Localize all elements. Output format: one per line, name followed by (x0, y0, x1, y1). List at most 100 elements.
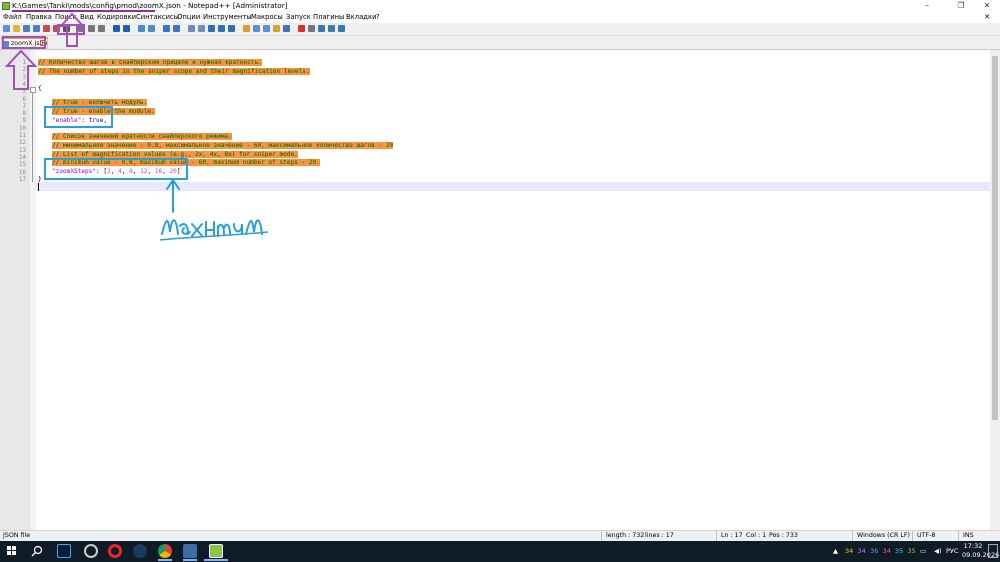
enable-highlight-annotation (44, 106, 113, 128)
folder-icon[interactable] (273, 25, 280, 32)
handwritten-maximum-annotation (159, 219, 269, 241)
status-position: Pos : 733 (769, 532, 798, 539)
status-lines: lines : 17 (645, 532, 674, 539)
monitor-icon[interactable] (283, 25, 290, 32)
paste-icon[interactable] (98, 25, 105, 32)
close-brace: } (38, 176, 42, 183)
status-separator (601, 531, 602, 541)
open-brace: { (38, 85, 42, 92)
find-icon[interactable] (138, 25, 145, 32)
code-line-1[interactable]: // Количество шагов в снайперском прицел… (38, 59, 262, 68)
menu-tools[interactable]: Инструменты (203, 12, 252, 23)
status-encoding[interactable]: UTF-8 (917, 531, 935, 541)
menu-macro[interactable]: Макросы (251, 12, 283, 23)
tray-expand-icon[interactable]: ▲ (833, 546, 838, 556)
menu-run[interactable]: Запуск (286, 12, 311, 23)
code-line-12[interactable]: // минимальное значение - 0.8, максималь… (52, 142, 394, 151)
record-icon[interactable] (298, 25, 305, 32)
sync-v-icon[interactable] (188, 25, 195, 32)
comment-en-title: // The number of steps in the sniper sco… (38, 68, 310, 75)
menu-file[interactable]: Файл (3, 12, 22, 23)
all-chars-icon[interactable] (218, 25, 225, 32)
func-list-icon[interactable] (263, 25, 270, 32)
sync-h-icon[interactable] (198, 25, 205, 32)
notepadpp-app-icon[interactable] (2, 2, 10, 10)
open-file-icon[interactable] (13, 25, 20, 32)
steam-icon[interactable] (133, 544, 147, 558)
status-eol[interactable]: Windows (CR LF) (857, 531, 910, 541)
notepadpp-taskbar-icon[interactable] (209, 544, 223, 558)
menu-help[interactable]: ? (376, 12, 380, 23)
opera-icon[interactable] (108, 544, 122, 558)
tray-temperature[interactable]: 34 (845, 546, 853, 556)
volume-icon[interactable]: ◀) (934, 546, 942, 556)
zoom-out-icon[interactable] (173, 25, 180, 32)
status-separator (852, 531, 853, 541)
menu-window[interactable]: Вкладки (346, 12, 377, 23)
play-multi-icon[interactable] (328, 25, 335, 32)
code-line-11[interactable]: // Список значений кратности снайперског… (52, 133, 232, 142)
close-document-button[interactable]: ✕ (982, 12, 992, 23)
status-filetype: JSON file (3, 532, 31, 539)
tab-bar (0, 36, 1000, 50)
redo-icon[interactable] (123, 25, 130, 32)
indent-guide-icon[interactable] (228, 25, 235, 32)
replace-icon[interactable] (148, 25, 155, 32)
new-file-icon[interactable] (3, 25, 10, 32)
app-circle-icon[interactable] (84, 544, 98, 558)
app-window-icon[interactable] (183, 544, 197, 558)
clock-time: 17:32 (963, 542, 983, 550)
running-indicator (158, 559, 172, 561)
comment-ru-title: // Количество шагов в снайперском прицел… (38, 59, 262, 66)
tray-temperature[interactable]: 35 (895, 546, 903, 556)
copy-icon[interactable] (88, 25, 95, 32)
editor-area[interactable] (0, 50, 990, 530)
fold-guide (32, 90, 33, 182)
comment-list-en: // List of magnification values (e.g., 2… (52, 151, 298, 158)
restore-button[interactable]: ❐ (948, 0, 974, 12)
status-column: Col : 1 (746, 532, 767, 539)
windows-start-icon[interactable] (7, 546, 17, 556)
menu-plugins[interactable]: Плагины (313, 12, 344, 23)
tray-temperature[interactable]: 34 (858, 546, 866, 556)
save-all-icon[interactable] (33, 25, 40, 32)
arrow-up-annotation-2 (59, 12, 85, 47)
input-language[interactable]: РУС (946, 546, 958, 556)
zoom-in-icon[interactable] (163, 25, 170, 32)
code-line-2[interactable]: // The number of steps in the sniper sco… (38, 68, 310, 77)
menu-edit[interactable]: Правка (26, 12, 52, 23)
network-icon[interactable]: ▭ (920, 546, 926, 556)
close-button[interactable]: ✕ (974, 0, 1000, 12)
word-wrap-icon[interactable] (208, 25, 215, 32)
undo-icon[interactable] (113, 25, 120, 32)
udl-icon[interactable] (243, 25, 250, 32)
notifications-icon[interactable] (988, 544, 998, 558)
tray-temperature[interactable]: 36 (870, 546, 878, 556)
menu-encoding[interactable]: Кодировки (97, 12, 136, 23)
tray-temperature[interactable]: 34 (883, 546, 891, 556)
menu-settings[interactable]: Опции (177, 12, 200, 23)
minimize-button[interactable]: – (914, 0, 940, 12)
running-indicator (204, 559, 228, 561)
clock[interactable]: 17:32 09.09.2026 (962, 542, 999, 561)
scrollbar-thumb[interactable] (992, 56, 998, 420)
doc-map-icon[interactable] (253, 25, 260, 32)
comment-limits-ru: // минимальное значение - 0.8, максималь… (52, 142, 394, 149)
save-icon[interactable] (23, 25, 30, 32)
menu-language[interactable]: Синтаксисы (136, 12, 179, 23)
status-separator (958, 531, 959, 541)
status-separator (912, 531, 913, 541)
fold-margin (30, 50, 36, 530)
line-number: 17 (19, 176, 26, 183)
tray-temperature[interactable]: 35 (908, 546, 916, 556)
save-macro-icon[interactable] (338, 25, 345, 32)
close-icon[interactable] (43, 25, 50, 32)
search-icon[interactable] (31, 545, 43, 557)
photoshop-icon[interactable] (57, 544, 71, 558)
stop-icon[interactable] (308, 25, 315, 32)
code-line-5[interactable]: { (38, 85, 42, 94)
chrome-icon[interactable] (158, 544, 172, 558)
comment-list-ru: // Список значений кратности снайперског… (52, 133, 232, 140)
play-icon[interactable] (318, 25, 325, 32)
status-insert-mode[interactable]: INS (963, 531, 974, 541)
